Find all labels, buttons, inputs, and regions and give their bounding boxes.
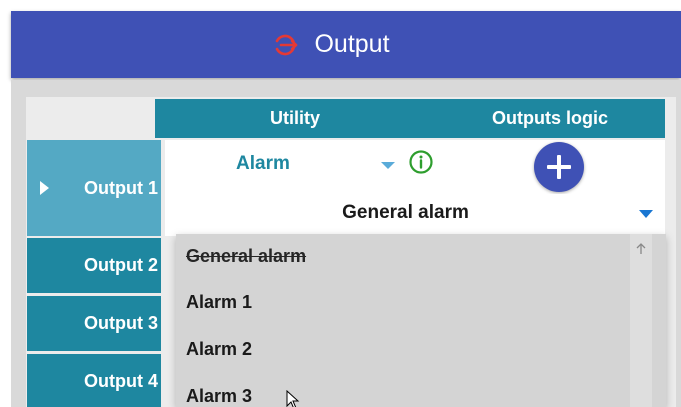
row-header-label: Output 2 xyxy=(84,255,158,275)
row-header-output-4[interactable]: Output 4 xyxy=(27,354,161,407)
row-selected-arrow-icon xyxy=(40,181,49,195)
utility-select-value: Alarm xyxy=(236,153,290,174)
column-header-outputs-logic: Outputs logic xyxy=(492,108,608,128)
row-header-output-3[interactable]: Output 3 xyxy=(27,296,161,351)
dropdown-option-alarm-2[interactable]: Alarm 2 xyxy=(186,339,252,360)
alarm-type-combobox[interactable]: General alarm xyxy=(170,194,665,232)
column-header-utility: Utility xyxy=(269,108,320,128)
row-header-output-2[interactable]: Output 2 xyxy=(27,238,161,293)
row-header-label: Output 4 xyxy=(84,371,158,391)
row-header-label: Output 1 xyxy=(84,177,158,198)
dropdown-option-general-alarm: General alarm xyxy=(186,246,307,266)
add-output-logic-button[interactable] xyxy=(534,142,584,192)
arrow-up-icon[interactable] xyxy=(636,243,646,255)
column-header-row: Utility Outputs logic xyxy=(155,99,665,138)
page-title: Output xyxy=(314,30,390,58)
dropdown-option-alarm-3[interactable]: Alarm 3 xyxy=(186,386,252,407)
power-output-icon xyxy=(276,34,298,55)
utility-select[interactable]: Alarm xyxy=(228,148,400,180)
row-header-output-1[interactable]: Output 1 xyxy=(27,140,161,236)
dropdown-arrow-icon[interactable] xyxy=(639,210,653,218)
mouse-cursor-icon xyxy=(286,390,300,407)
info-circle-icon[interactable] xyxy=(408,149,434,175)
dropdown-scrollbar[interactable] xyxy=(630,234,652,407)
title-bar: Output xyxy=(11,11,681,78)
dropdown-option-alarm-1[interactable]: Alarm 1 xyxy=(186,292,252,313)
alarm-type-dropdown-list: General alarm Alarm 1 Alarm 2 Alarm 3 xyxy=(176,234,666,407)
chevron-down-icon xyxy=(381,162,395,169)
alarm-type-value: General alarm xyxy=(342,202,469,223)
row-header-label: Output 3 xyxy=(84,313,158,333)
